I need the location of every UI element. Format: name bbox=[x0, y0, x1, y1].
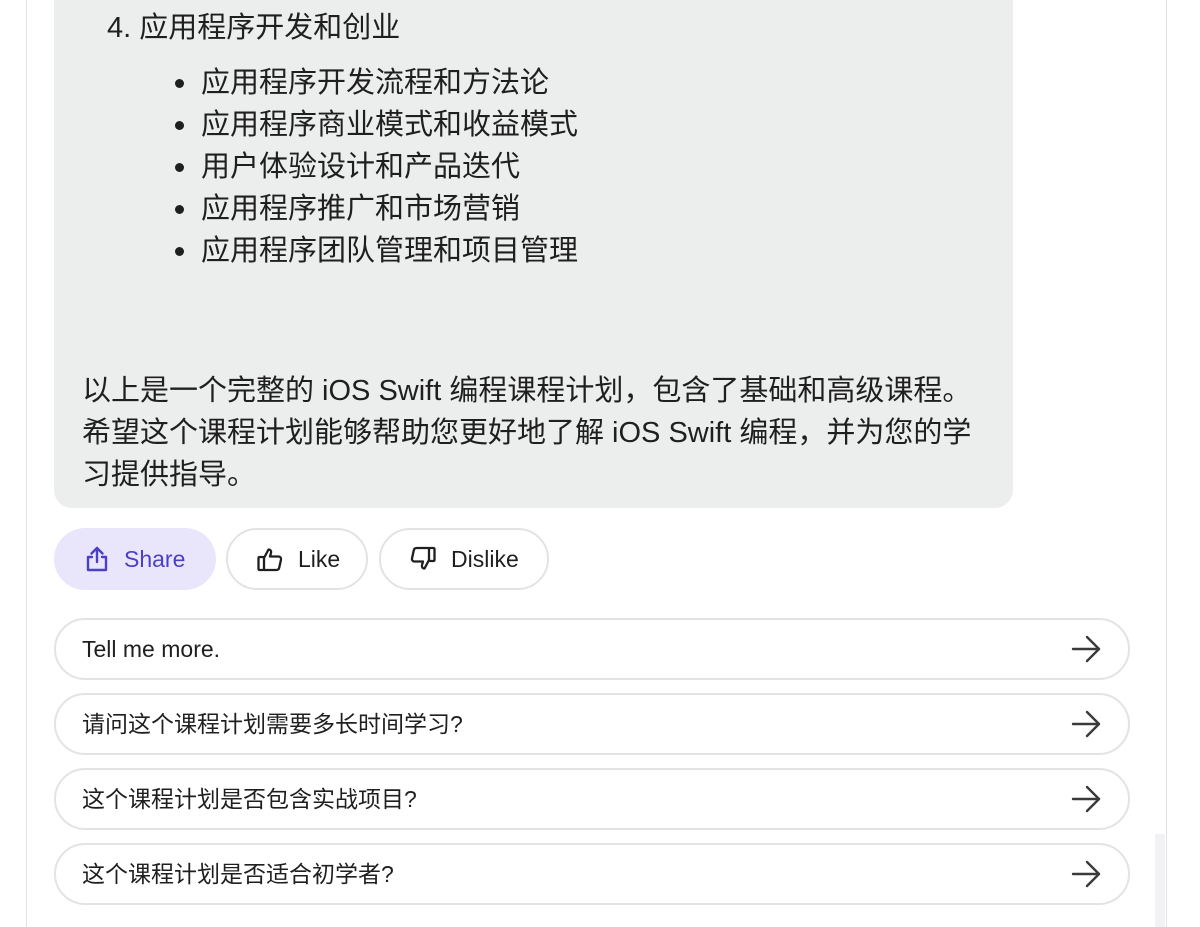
suggestion-text: 这个课程计划是否适合初学者? bbox=[82, 861, 394, 887]
suggestion-text: Tell me more. bbox=[82, 636, 221, 662]
arrow-right-icon bbox=[1071, 635, 1101, 663]
list-item: 用户体验设计和产品迭代 bbox=[170, 146, 578, 188]
arrow-right-icon bbox=[1071, 785, 1101, 813]
thumbs-up-icon bbox=[256, 545, 284, 573]
suggestion-item[interactable]: 这个课程计划是否包含实战项目? bbox=[54, 768, 1130, 830]
suggestion-item[interactable]: Tell me more. bbox=[54, 618, 1130, 680]
dislike-label: Dislike bbox=[451, 545, 519, 572]
scrollbar[interactable] bbox=[1155, 834, 1165, 927]
section-heading: 4. 应用程序开发和创业 bbox=[107, 12, 401, 44]
share-icon bbox=[84, 545, 110, 573]
frame-border-right bbox=[1166, 0, 1167, 927]
list-item: 应用程序商业模式和收益模式 bbox=[170, 104, 578, 146]
suggestion-text: 这个课程计划是否包含实战项目? bbox=[82, 786, 417, 812]
like-label: Like bbox=[298, 545, 341, 572]
share-label: Share bbox=[124, 545, 186, 572]
share-button[interactable]: Share bbox=[54, 528, 216, 590]
bullet-list: 应用程序开发流程和方法论 应用程序商业模式和收益模式 用户体验设计和产品迭代 应… bbox=[170, 62, 578, 272]
arrow-right-icon bbox=[1071, 860, 1101, 888]
summary-paragraph: 以上是一个完整的 iOS Swift 编程课程计划，包含了基础和高级课程。希望这… bbox=[82, 375, 972, 491]
chat-view: 4. 应用程序开发和创业 应用程序开发流程和方法论 应用程序商业模式和收益模式 … bbox=[0, 0, 1200, 927]
list-item: 应用程序团队管理和项目管理 bbox=[170, 230, 578, 272]
like-button[interactable]: Like bbox=[226, 528, 368, 590]
suggestion-text: 请问这个课程计划需要多长时间学习? bbox=[82, 711, 463, 737]
list-item: 应用程序开发流程和方法论 bbox=[170, 62, 578, 104]
arrow-right-icon bbox=[1071, 710, 1101, 738]
suggestion-item[interactable]: 这个课程计划是否适合初学者? bbox=[54, 843, 1130, 905]
thumbs-down-icon bbox=[409, 545, 437, 573]
suggestion-item[interactable]: 请问这个课程计划需要多长时间学习? bbox=[54, 693, 1130, 755]
list-item: 应用程序推广和市场营销 bbox=[170, 188, 578, 230]
dislike-button[interactable]: Dislike bbox=[379, 528, 549, 590]
frame-border-left bbox=[26, 0, 27, 927]
